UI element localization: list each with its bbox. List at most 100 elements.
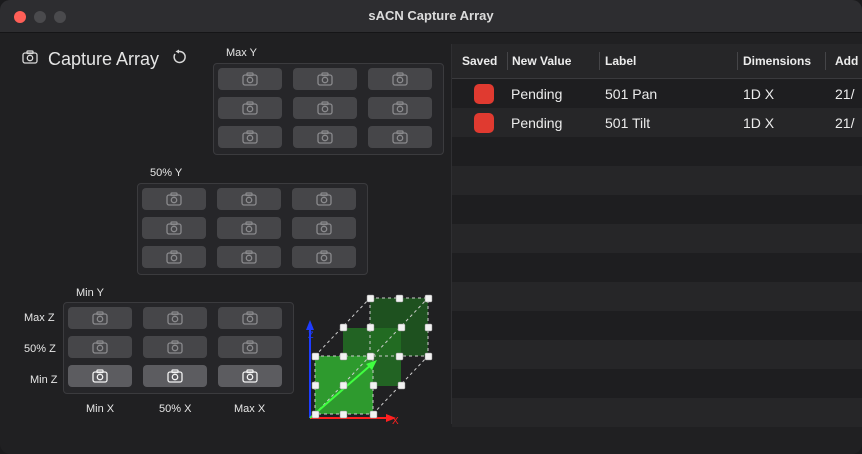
mid-y-capture-button[interactable] xyxy=(142,217,206,239)
max-y-capture-button[interactable] xyxy=(293,68,357,90)
camera-icon xyxy=(167,340,183,354)
min-y-capture-button[interactable] xyxy=(143,336,207,358)
camera-icon xyxy=(392,101,408,115)
saved-status-indicator xyxy=(474,84,494,104)
max-y-capture-button[interactable] xyxy=(368,68,432,90)
cube-diagram: Z X xyxy=(306,294,433,426)
table-row xyxy=(452,340,862,369)
table-row xyxy=(452,369,862,398)
min-y-capture-button[interactable] xyxy=(143,307,207,329)
dimensions-cell: 1D X xyxy=(743,115,775,131)
mid-y-capture-button[interactable] xyxy=(292,246,356,268)
table-row xyxy=(452,224,862,253)
camera-icon xyxy=(242,101,258,115)
add-cell: 21/ xyxy=(835,86,855,102)
max-y-capture-button[interactable] xyxy=(368,97,432,119)
table-row xyxy=(452,311,862,340)
new-value-cell: Pending xyxy=(511,115,563,131)
camera-icon xyxy=(166,192,182,206)
camera-icon xyxy=(317,101,333,115)
mid-y-capture-button[interactable] xyxy=(217,188,281,210)
mid-y-label: 50% Y xyxy=(150,167,183,179)
camera-icon xyxy=(167,311,183,325)
table-row[interactable]: Pending 501 Pan 1D X 21/ xyxy=(452,79,862,108)
column-header-label[interactable]: Label xyxy=(605,54,636,68)
table-row xyxy=(452,253,862,282)
dimensions-cell: 1D X xyxy=(743,86,775,102)
min-y-capture-button[interactable] xyxy=(68,365,132,387)
camera-icon xyxy=(166,250,182,264)
capture-title: Capture Array xyxy=(48,48,160,69)
window-title: sACN Capture Array xyxy=(368,8,494,23)
camera-icon xyxy=(92,311,108,325)
table-header: Saved New Value Label Dimensions Add xyxy=(452,44,862,79)
camera-icon xyxy=(392,130,408,144)
mid-y-capture-button[interactable] xyxy=(217,246,281,268)
camera-icon xyxy=(317,130,333,144)
titlebar: sACN Capture Array xyxy=(0,0,862,33)
camera-icon xyxy=(167,369,183,383)
saved-status-indicator xyxy=(474,113,494,133)
camera-icon xyxy=(166,221,182,235)
min-y-capture-button[interactable] xyxy=(218,365,282,387)
max-y-capture-button[interactable] xyxy=(218,68,282,90)
add-cell: 21/ xyxy=(835,115,855,131)
mid-y-capture-button[interactable] xyxy=(142,188,206,210)
camera-icon xyxy=(92,369,108,383)
table-row xyxy=(452,166,862,195)
table-row xyxy=(452,137,862,166)
mid-y-capture-button[interactable] xyxy=(142,246,206,268)
mid-y-capture-button[interactable] xyxy=(292,217,356,239)
camera-icon xyxy=(316,221,332,235)
camera-icon xyxy=(316,192,332,206)
z-row-label: Min Z xyxy=(30,374,58,386)
z-axis-letter: Z xyxy=(308,330,314,340)
new-value-cell: Pending xyxy=(511,86,563,102)
z-axis-arrow xyxy=(306,320,314,330)
camera-icon xyxy=(392,72,408,86)
column-header-saved[interactable]: Saved xyxy=(462,54,497,68)
min-y-capture-button[interactable] xyxy=(143,365,207,387)
column-header-new-value[interactable]: New Value xyxy=(512,54,571,68)
capture-table: Saved New Value Label Dimensions Add Pen… xyxy=(451,44,862,427)
label-cell: 501 Tilt xyxy=(605,115,651,131)
camera-icon xyxy=(242,340,258,354)
x-col-label: Min X xyxy=(86,403,115,415)
max-y-capture-button[interactable] xyxy=(293,126,357,148)
camera-icon xyxy=(242,311,258,325)
table-row xyxy=(452,195,862,224)
z-row-label: 50% Z xyxy=(24,343,56,355)
max-y-capture-button[interactable] xyxy=(218,97,282,119)
min-y-capture-button[interactable] xyxy=(68,336,132,358)
camera-icon xyxy=(241,192,257,206)
min-y-capture-button[interactable] xyxy=(218,336,282,358)
mid-y-capture-button[interactable] xyxy=(292,188,356,210)
x-col-label: 50% X xyxy=(159,403,192,415)
x-axis-letter: X xyxy=(392,416,399,426)
max-y-capture-button[interactable] xyxy=(293,97,357,119)
table-row[interactable]: Pending 501 Tilt 1D X 21/ xyxy=(452,108,862,137)
camera-icon xyxy=(317,72,333,86)
max-y-capture-button[interactable] xyxy=(368,126,432,148)
capture-header: Capture Array xyxy=(22,46,187,72)
z-row-label: Max Z xyxy=(24,312,55,324)
camera-icon xyxy=(241,250,257,264)
min-y-capture-button[interactable] xyxy=(218,307,282,329)
camera-icon xyxy=(241,221,257,235)
x-col-label: Max X xyxy=(234,403,266,415)
camera-icon xyxy=(92,340,108,354)
camera-icon xyxy=(316,250,332,264)
reset-icon[interactable] xyxy=(171,49,187,70)
max-y-capture-button[interactable] xyxy=(218,126,282,148)
column-header-dimensions[interactable]: Dimensions xyxy=(743,54,811,68)
max-y-label: Max Y xyxy=(226,47,257,59)
camera-icon xyxy=(242,369,258,383)
min-y-capture-button[interactable] xyxy=(68,307,132,329)
mid-y-capture-button[interactable] xyxy=(217,217,281,239)
camera-icon xyxy=(242,72,258,86)
table-row xyxy=(452,282,862,311)
table-row xyxy=(452,398,862,427)
label-cell: 501 Pan xyxy=(605,86,658,102)
column-header-add[interactable]: Add xyxy=(835,54,858,68)
camera-icon xyxy=(242,130,258,144)
